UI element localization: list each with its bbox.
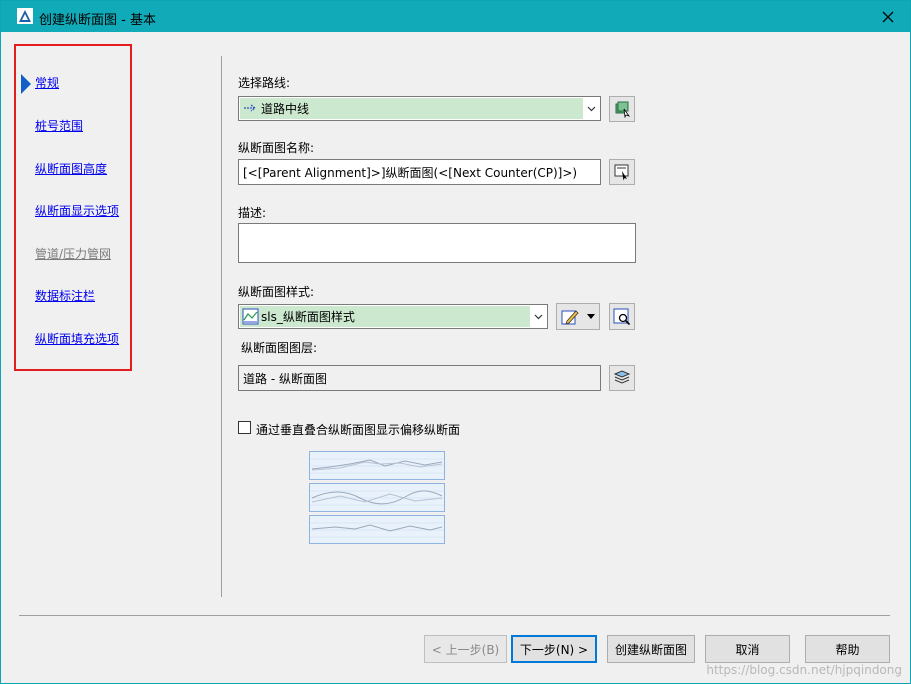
stacked-preview-middle (309, 483, 445, 512)
window-title: 创建纵断面图 - 基本 (39, 13, 156, 28)
next-button[interactable]: 下一步(N) > (511, 635, 597, 663)
layer-label: 纵断面图图层: (241, 341, 318, 355)
profile-preview-graphic (310, 490, 444, 506)
close-button[interactable] (866, 1, 910, 32)
edit-style-button[interactable] (556, 303, 600, 330)
pick-alignment-button[interactable] (609, 96, 635, 122)
back-button: < 上一步(B) (424, 635, 507, 663)
stacked-preview-top (309, 451, 445, 480)
help-button[interactable]: 帮助 (805, 635, 890, 663)
description-input[interactable] (238, 223, 636, 263)
stacked-preview-bottom (309, 515, 445, 544)
layers-icon (613, 370, 631, 384)
profile-preview-graphic (310, 458, 444, 474)
close-icon (882, 11, 894, 22)
profile-style-icon (242, 308, 259, 325)
cancel-button[interactable]: 取消 (705, 635, 790, 663)
profile-view-name-value: [<[Parent Alignment]>]纵断面图(<[Next Counte… (243, 166, 578, 180)
style-label: 纵断面图样式: (238, 285, 315, 299)
watermark-text: https://blog.csdn.net/hjpqindong (706, 663, 902, 677)
preview-magnifier-icon (613, 308, 631, 325)
name-template-icon (614, 164, 629, 181)
pick-from-drawing-icon (615, 101, 631, 118)
nav-item-general[interactable]: 常规 (35, 74, 59, 91)
alignment-value: 道路中线 (261, 102, 310, 116)
create-profile-view-button[interactable]: 创建纵断面图 (607, 635, 695, 663)
civil3d-app-icon (17, 8, 33, 24)
layer-field: 道路 - 纵断面图 (238, 365, 601, 391)
dialog-window: 创建纵断面图 - 基本 常规 桩号范围 纵断面图高度 纵断面显示选项 管道/压力… (0, 0, 911, 684)
title-bar: 创建纵断面图 - 基本 (1, 1, 910, 32)
caret-down-icon (587, 314, 595, 319)
profile-view-name-input[interactable]: [<[Parent Alignment]>]纵断面图(<[Next Counte… (238, 159, 601, 185)
layer-value: 道路 - 纵断面图 (243, 372, 327, 386)
footer-divider (19, 615, 890, 616)
alignment-dropdown[interactable]: 道路中线 (238, 96, 601, 121)
profile-view-style-dropdown[interactable]: sls_纵断面图样式 (238, 304, 548, 329)
vertical-divider (221, 56, 222, 597)
nav-item-profile-display-options[interactable]: 纵断面显示选项 (35, 202, 119, 219)
active-nav-arrow-icon (21, 74, 31, 94)
nav-item-station-range[interactable]: 桩号范围 (35, 117, 83, 134)
alignment-label: 选择路线: (238, 76, 291, 90)
chevron-down-icon (529, 305, 547, 328)
nav-item-hatch-options[interactable]: 纵断面填充选项 (35, 330, 119, 347)
profile-preview-graphic (310, 522, 444, 538)
select-layer-button[interactable] (609, 365, 635, 391)
alignment-icon (244, 104, 256, 112)
nav-item-pipe-networks: 管道/压力管网 (35, 247, 112, 261)
edit-style-icon (561, 309, 579, 325)
stack-profiles-checkbox[interactable] (238, 421, 251, 434)
description-label: 描述: (238, 206, 267, 220)
preview-style-button[interactable] (609, 303, 635, 330)
stack-profiles-label: 通过垂直叠合纵断面图显示偏移纵断面 (256, 423, 461, 437)
chevron-down-icon (582, 97, 600, 120)
nav-item-profile-view-height[interactable]: 纵断面图高度 (35, 160, 107, 177)
name-label: 纵断面图名称: (238, 141, 315, 155)
edit-name-template-button[interactable] (609, 159, 635, 185)
style-value: sls_纵断面图样式 (261, 310, 355, 324)
nav-item-data-bands[interactable]: 数据标注栏 (35, 287, 95, 304)
